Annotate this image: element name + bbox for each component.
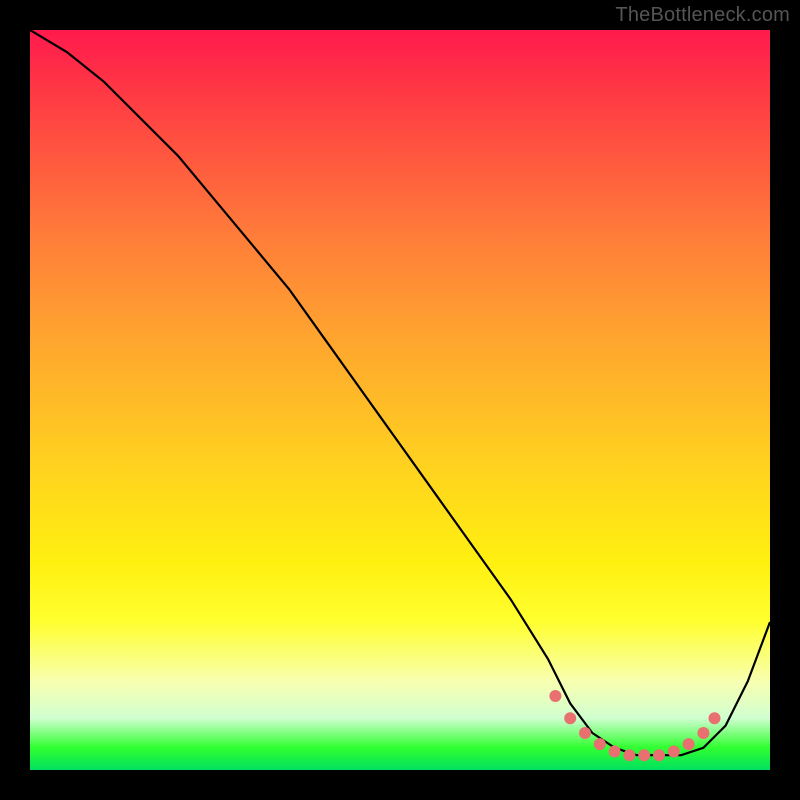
marker-dot bbox=[653, 749, 665, 761]
bottleneck-curve-path bbox=[30, 30, 770, 755]
marker-dot bbox=[579, 727, 591, 739]
marker-dot bbox=[697, 727, 709, 739]
marker-dot bbox=[638, 749, 650, 761]
chart-area bbox=[30, 30, 770, 770]
marker-dot bbox=[668, 746, 680, 758]
chart-svg bbox=[30, 30, 770, 770]
marker-dot bbox=[594, 738, 606, 750]
marker-dot bbox=[549, 690, 561, 702]
watermark-text: TheBottleneck.com bbox=[615, 4, 790, 27]
marker-dot bbox=[564, 712, 576, 724]
marker-dot bbox=[623, 749, 635, 761]
marker-dot bbox=[683, 738, 695, 750]
marker-dot bbox=[709, 712, 721, 724]
marker-dot bbox=[609, 746, 621, 758]
